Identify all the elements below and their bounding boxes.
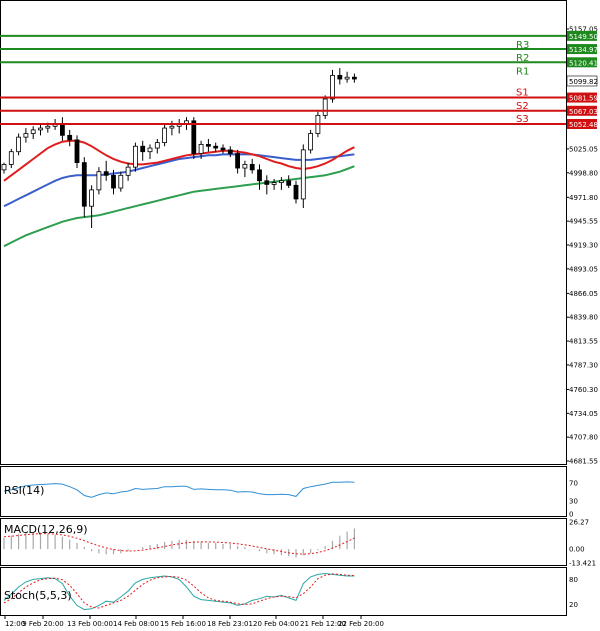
y-tick-label: 4866.05 <box>569 290 598 298</box>
candle-body <box>1 164 7 171</box>
candle-body <box>337 74 343 80</box>
candle-body <box>23 133 29 138</box>
candle-body <box>111 174 116 189</box>
candle-body <box>147 147 153 153</box>
candle-body <box>16 136 22 153</box>
y-tick-label: 4681.55 <box>569 458 598 466</box>
candle-body <box>125 166 131 176</box>
candle-body <box>169 125 175 129</box>
y-tick-label: 4707.80 <box>569 434 598 442</box>
candle-body <box>227 149 233 154</box>
y-tick-label: 4760.30 <box>569 386 598 394</box>
level-price-label: 5134.97 <box>569 46 598 54</box>
level-name-r1: R1 <box>516 66 529 77</box>
candle-body <box>249 164 255 171</box>
y-tick-label: 4971.80 <box>569 194 598 202</box>
y-tick-label: 4998.80 <box>569 169 598 177</box>
candle-body <box>293 184 299 200</box>
x-tick-label: 20 Feb 04:00 <box>253 620 299 628</box>
rsi-title: RSI(14) <box>4 484 44 497</box>
y-tick-label: 4893.05 <box>569 265 598 273</box>
candle-body <box>96 171 102 191</box>
candle-body <box>271 182 277 185</box>
candle-body <box>264 180 270 185</box>
candle-body <box>67 134 73 141</box>
candle-body <box>300 149 306 200</box>
candle-body <box>213 145 219 149</box>
candle-body <box>220 147 226 151</box>
candle-body <box>344 76 350 80</box>
candle-body <box>118 174 124 189</box>
level-price-label: 5120.41 <box>569 59 598 67</box>
main-panel-frame <box>0 0 567 465</box>
candle-body <box>286 180 292 186</box>
candle-body <box>81 162 87 207</box>
candle-body <box>60 124 65 136</box>
candle-body <box>278 180 284 183</box>
x-tick-label: 14 Feb 08:00 <box>113 620 159 628</box>
candle-body <box>89 189 94 207</box>
level-price-label: 5052.48 <box>569 121 598 129</box>
rsi-panel-frame <box>0 466 567 517</box>
stoch-panel-frame <box>0 567 567 616</box>
macd-tick-label: 0.00 <box>569 546 585 554</box>
rsi-tick-label: 30 <box>569 497 578 505</box>
candle-body <box>351 76 357 80</box>
candle-body <box>140 145 146 153</box>
candle-body <box>198 144 204 154</box>
chart-svg: 5157.055149.505134.975120.415099.825081.… <box>0 0 598 628</box>
candle-body <box>154 142 160 149</box>
rsi-tick-label: 70 <box>569 480 578 488</box>
x-tick-label: 15 Feb 16:00 <box>160 620 206 628</box>
macd-tick-label: -13.421 <box>569 560 596 568</box>
candle-body <box>330 74 335 100</box>
candle-body <box>257 169 262 182</box>
candle-body <box>38 127 43 131</box>
candle-body <box>308 133 314 151</box>
candle-body <box>162 127 168 144</box>
stoch-tick-label: 80 <box>569 576 578 584</box>
x-tick-label: 9 Feb 20:00 <box>22 620 63 628</box>
rsi-tick-label: 0 <box>569 511 573 519</box>
level-name-s1: S1 <box>516 88 529 99</box>
candle-body <box>103 171 109 176</box>
stoch-tick-label: 20 <box>569 601 578 609</box>
x-tick-label: 13 Feb 00:00 <box>67 620 113 628</box>
level-price-label: 5081.59 <box>569 95 598 103</box>
candle-body <box>30 129 36 134</box>
x-tick-label: 22 Feb 20:00 <box>338 620 384 628</box>
y-tick-label: 4839.80 <box>569 314 598 322</box>
candle-body <box>235 153 241 169</box>
candle-body <box>132 145 138 168</box>
candle-body <box>45 125 51 129</box>
candle-body <box>205 144 211 147</box>
candle-body <box>8 151 14 165</box>
level-price-label: 5149.50 <box>569 33 598 41</box>
macd-title: MACD(12,26,9) <box>4 523 88 536</box>
level-name-s3: S3 <box>516 114 529 125</box>
y-tick-label: 4813.55 <box>569 338 598 346</box>
y-tick-label: 5025.05 <box>569 145 598 153</box>
y-tick-label: 4945.55 <box>569 218 598 226</box>
level-name-s2: S2 <box>516 101 529 112</box>
y-tick-label: 4919.30 <box>569 242 598 250</box>
candle-body <box>322 98 328 116</box>
macd-tick-label: 26.27 <box>569 519 589 527</box>
x-axis: 12:009 Feb 20:00 13 Feb 00:00 14 Feb 08:00… <box>4 616 384 628</box>
last-price-label: 5099.82 <box>569 78 598 86</box>
candle-body <box>191 120 197 154</box>
candle-body <box>74 139 80 163</box>
candle-body <box>242 164 248 169</box>
level-price-label: 5067.03 <box>569 108 598 116</box>
y-tick-label: 4734.05 <box>569 410 598 418</box>
stoch-title: Stoch(5,5,3) <box>4 589 72 602</box>
x-tick-label: 18 Feb 23:01 <box>207 620 253 628</box>
y-tick-label: 4787.30 <box>569 361 598 369</box>
